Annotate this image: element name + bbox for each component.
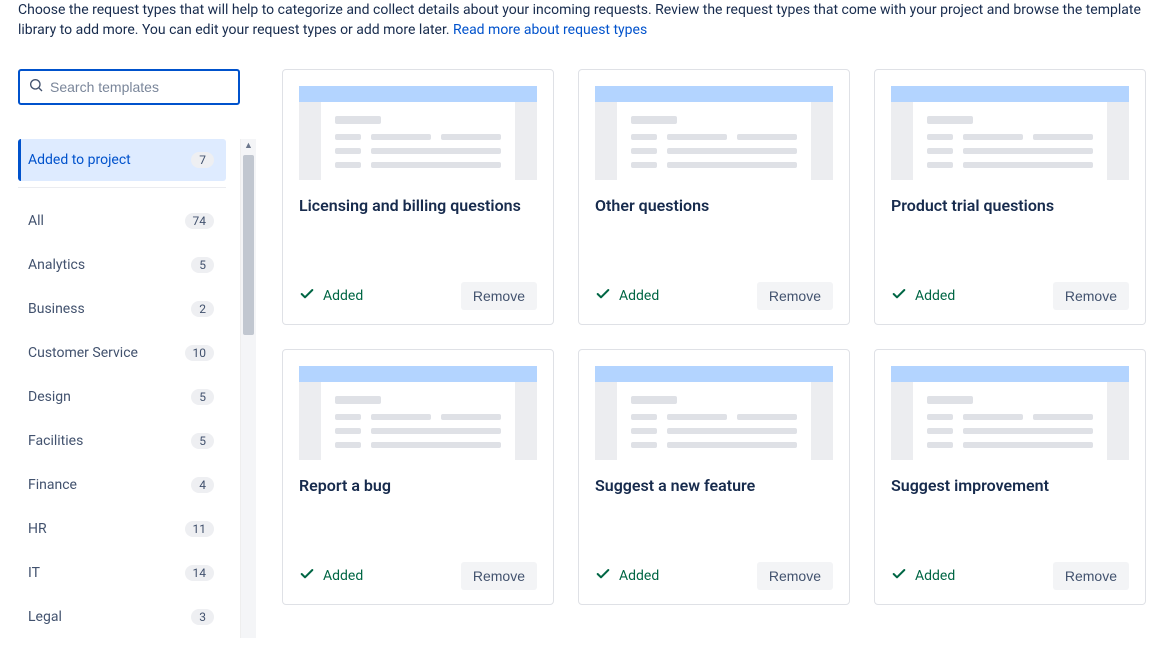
category-list-rest: All 74 Analytics 5 Business 2 Customer Service… bbox=[18, 200, 226, 638]
category-count: 74 bbox=[185, 213, 215, 229]
check-icon bbox=[891, 566, 907, 586]
category-label: Added to project bbox=[28, 152, 131, 168]
category-label: Finance bbox=[28, 477, 77, 493]
added-indicator: Added bbox=[299, 566, 363, 586]
card-thumbnail bbox=[891, 86, 1129, 180]
card-thumbnail bbox=[595, 86, 833, 180]
sidebar: Added to project 7 All74Analytics5Busine… bbox=[18, 69, 240, 640]
template-card[interactable]: Product trial questions Added Remove bbox=[874, 69, 1146, 325]
category-item[interactable]: Analytics 5 bbox=[18, 244, 226, 286]
card-title: Licensing and billing questions bbox=[299, 196, 537, 215]
intro-text: Choose the request types that will help … bbox=[18, 0, 1146, 41]
added-label: Added bbox=[619, 568, 659, 584]
check-icon bbox=[595, 286, 611, 306]
added-label: Added bbox=[619, 288, 659, 304]
category-count: 2 bbox=[191, 301, 214, 317]
category-list: Added to project 7 bbox=[18, 139, 226, 181]
remove-button[interactable]: Remove bbox=[1053, 282, 1129, 310]
category-label: All bbox=[28, 213, 44, 229]
category-count: 10 bbox=[185, 345, 215, 361]
card-thumbnail bbox=[299, 366, 537, 460]
category-count: 7 bbox=[191, 152, 214, 168]
added-label: Added bbox=[323, 288, 363, 304]
category-item[interactable]: Legal 3 bbox=[18, 596, 226, 638]
card-footer: Added Remove bbox=[595, 282, 833, 310]
added-indicator: Added bbox=[299, 286, 363, 306]
template-card[interactable]: Suggest a new feature Added Remove bbox=[578, 349, 850, 605]
search-icon bbox=[28, 77, 44, 97]
category-label: Customer Service bbox=[28, 345, 138, 361]
category-count: 14 bbox=[185, 565, 215, 581]
category-count: 5 bbox=[191, 433, 214, 449]
card-footer: Added Remove bbox=[299, 282, 537, 310]
added-label: Added bbox=[323, 568, 363, 584]
added-label: Added bbox=[915, 568, 955, 584]
added-indicator: Added bbox=[891, 286, 955, 306]
added-indicator: Added bbox=[595, 566, 659, 586]
card-title: Product trial questions bbox=[891, 196, 1129, 215]
template-card[interactable]: Other questions Added Remove bbox=[578, 69, 850, 325]
category-item[interactable]: HR 11 bbox=[18, 508, 226, 550]
scroll-thumb[interactable] bbox=[243, 155, 254, 335]
added-label: Added bbox=[915, 288, 955, 304]
card-thumbnail bbox=[299, 86, 537, 180]
category-item[interactable]: Facilities 5 bbox=[18, 420, 226, 462]
category-list-container: Added to project 7 All74Analytics5Busine… bbox=[18, 139, 240, 638]
search-input[interactable] bbox=[50, 79, 231, 95]
card-footer: Added Remove bbox=[595, 562, 833, 590]
category-item[interactable]: Business 2 bbox=[18, 288, 226, 330]
remove-button[interactable]: Remove bbox=[461, 282, 537, 310]
scroll-up-icon[interactable]: ▲ bbox=[241, 139, 256, 153]
template-card[interactable]: Suggest improvement Added Remove bbox=[874, 349, 1146, 605]
category-label: Design bbox=[28, 389, 71, 405]
category-count: 5 bbox=[191, 389, 214, 405]
card-title: Other questions bbox=[595, 196, 833, 215]
remove-button[interactable]: Remove bbox=[757, 562, 833, 590]
category-item[interactable]: Customer Service 10 bbox=[18, 332, 226, 374]
card-footer: Added Remove bbox=[891, 282, 1129, 310]
category-item[interactable]: IT 14 bbox=[18, 552, 226, 594]
category-item[interactable]: Finance 4 bbox=[18, 464, 226, 506]
check-icon bbox=[299, 566, 315, 586]
scrollbar[interactable]: ▲ bbox=[240, 139, 256, 638]
category-label: Legal bbox=[28, 609, 62, 625]
check-icon bbox=[299, 286, 315, 306]
card-title: Report a bug bbox=[299, 476, 537, 495]
search-box[interactable] bbox=[18, 69, 240, 105]
category-label: IT bbox=[28, 565, 40, 581]
added-indicator: Added bbox=[595, 286, 659, 306]
added-indicator: Added bbox=[891, 566, 955, 586]
category-item[interactable]: All 74 bbox=[18, 200, 226, 242]
category-label: Analytics bbox=[28, 257, 85, 273]
category-count: 11 bbox=[185, 521, 215, 537]
category-label: Business bbox=[28, 301, 85, 317]
card-thumbnail bbox=[595, 366, 833, 460]
card-footer: Added Remove bbox=[891, 562, 1129, 590]
template-card[interactable]: Report a bug Added Remove bbox=[282, 349, 554, 605]
card-footer: Added Remove bbox=[299, 562, 537, 590]
category-divider bbox=[18, 187, 226, 188]
category-count: 5 bbox=[191, 257, 214, 273]
category-item[interactable]: Design 5 bbox=[18, 376, 226, 418]
remove-button[interactable]: Remove bbox=[757, 282, 833, 310]
category-count: 4 bbox=[191, 477, 214, 493]
category-count: 3 bbox=[191, 609, 214, 625]
card-title: Suggest improvement bbox=[891, 476, 1129, 495]
template-card[interactable]: Licensing and billing questions Added Remo… bbox=[282, 69, 554, 325]
category-added-to-project[interactable]: Added to project 7 bbox=[18, 139, 226, 181]
remove-button[interactable]: Remove bbox=[1053, 562, 1129, 590]
card-thumbnail bbox=[891, 366, 1129, 460]
category-label: Facilities bbox=[28, 433, 83, 449]
card-title: Suggest a new feature bbox=[595, 476, 833, 495]
intro-link[interactable]: Read more about request types bbox=[453, 22, 647, 38]
check-icon bbox=[595, 566, 611, 586]
category-label: HR bbox=[28, 521, 47, 537]
check-icon bbox=[891, 286, 907, 306]
remove-button[interactable]: Remove bbox=[461, 562, 537, 590]
template-cards-grid: Licensing and billing questions Added Remo… bbox=[282, 69, 1146, 605]
